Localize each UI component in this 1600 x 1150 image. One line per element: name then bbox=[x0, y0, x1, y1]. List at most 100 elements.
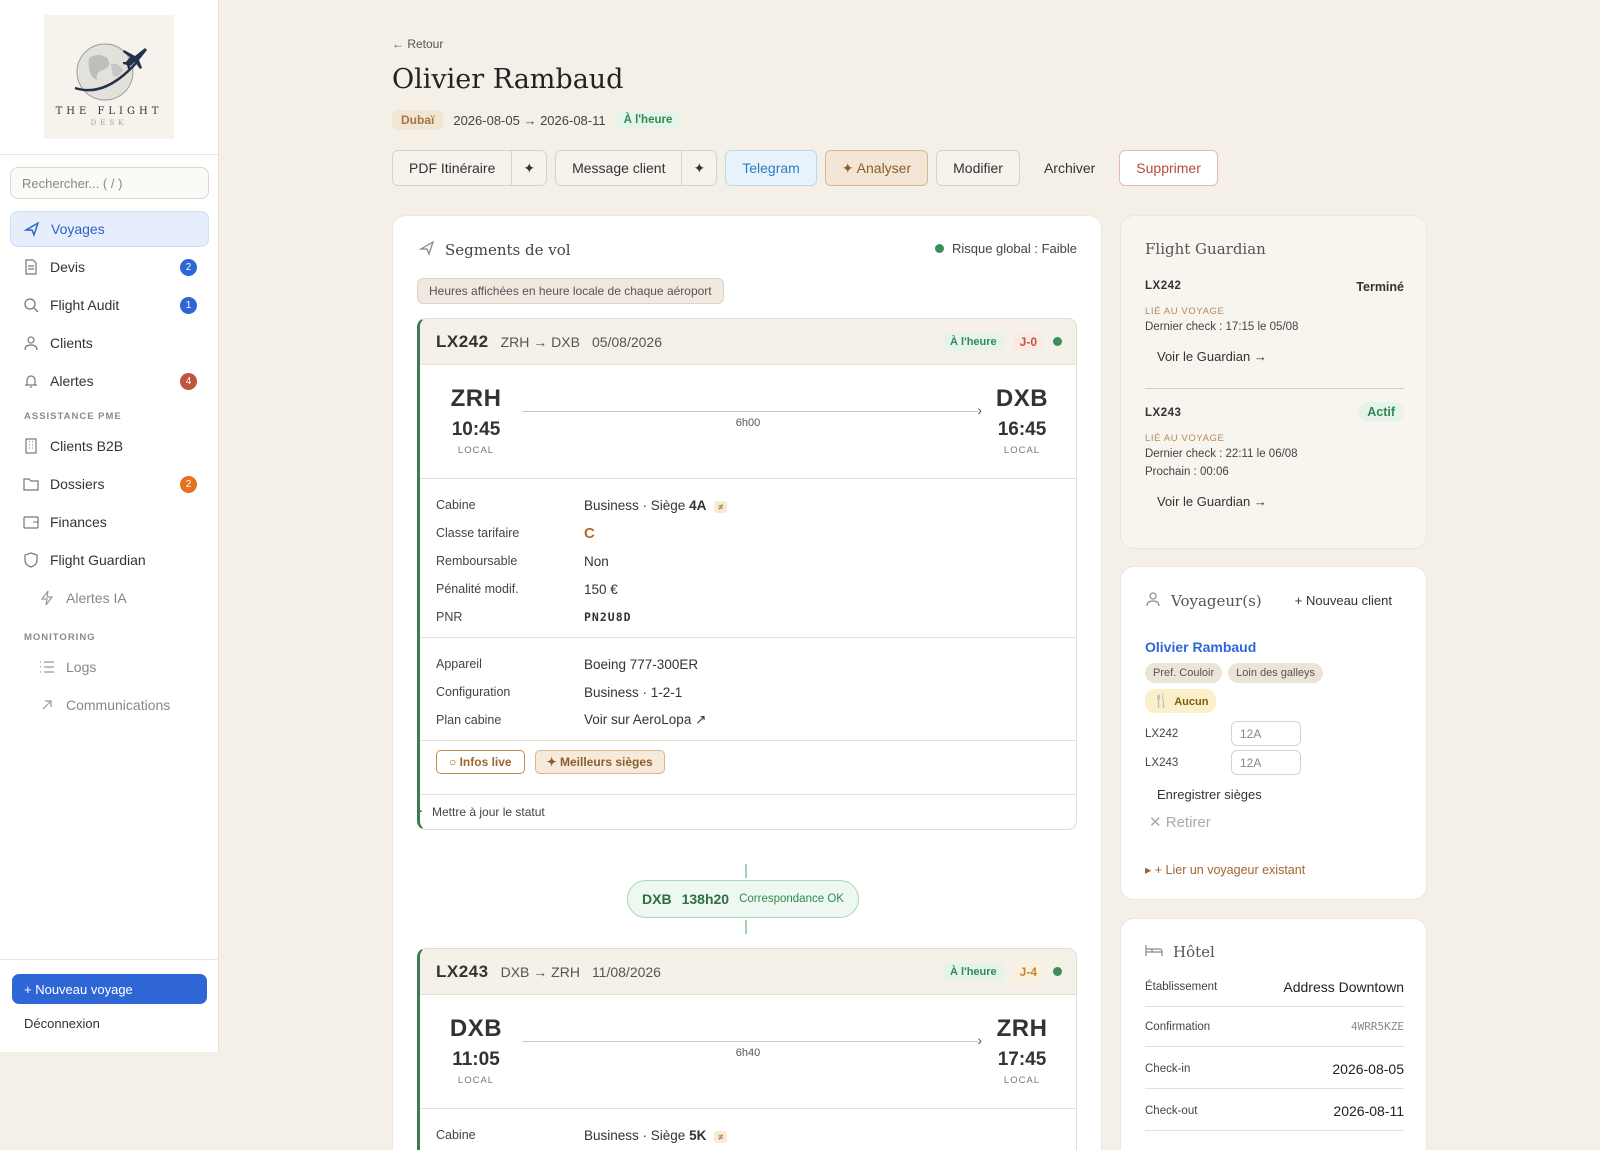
sidebar-item-finances[interactable]: Finances bbox=[10, 504, 209, 540]
delete-button[interactable]: Supprimer bbox=[1119, 150, 1218, 186]
logo[interactable]: THE FLIGHT DESK bbox=[44, 15, 174, 139]
sidebar-item-logs[interactable]: Logs bbox=[10, 649, 209, 685]
fare-class-value: C bbox=[584, 524, 595, 542]
plane-icon bbox=[23, 220, 41, 238]
connection-airport: DXB bbox=[642, 891, 672, 907]
bed-icon bbox=[1145, 943, 1163, 961]
seat-flight-label: LX243 bbox=[1145, 756, 1179, 769]
user-icon bbox=[1145, 591, 1161, 611]
status-dot bbox=[1053, 337, 1062, 346]
view-guardian-link[interactable]: Voir le Guardian → bbox=[1157, 349, 1404, 364]
pdf-ai-button[interactable]: ✦ bbox=[512, 150, 548, 186]
pdf-itinerary-button[interactable]: PDF Itinéraire bbox=[392, 150, 513, 186]
flight-date: 05/08/2026 bbox=[591, 333, 663, 350]
sidebar-item-clients[interactable]: Clients bbox=[10, 325, 209, 361]
telegram-button[interactable]: Telegram bbox=[725, 150, 817, 186]
plane-icon bbox=[418, 240, 435, 260]
sidebar-item-label: Flight Guardian bbox=[50, 552, 146, 568]
remove-traveler-button[interactable]: ✕ Retirer bbox=[1149, 813, 1211, 831]
seat-mismatch-badge: ≠ bbox=[714, 1130, 728, 1143]
seat-row: LX243 12A bbox=[1145, 750, 1301, 775]
seat-number: 5K bbox=[689, 1127, 707, 1143]
sidebar-item-flight-guardian[interactable]: Flight Guardian bbox=[10, 542, 209, 578]
flight-status-group: À l'heure J-0 bbox=[943, 332, 1062, 351]
new-trip-button[interactable]: + Nouveau voyage bbox=[12, 974, 207, 1004]
analyse-button[interactable]: ✦ Analyser bbox=[824, 150, 929, 186]
wallet-icon bbox=[22, 513, 40, 531]
airport-code: ZRH bbox=[996, 1015, 1048, 1042]
guardian-status: Terminé bbox=[1356, 280, 1404, 294]
archive-button[interactable]: Archiver bbox=[1028, 150, 1111, 186]
connector-line bbox=[745, 864, 747, 878]
update-status-toggle[interactable]: Mettre à jour le statut bbox=[420, 795, 1076, 829]
flight-duration: 6h00 bbox=[735, 417, 761, 429]
close-icon: ✕ bbox=[1149, 814, 1166, 831]
detail-label: Plan cabine bbox=[436, 713, 502, 727]
sidebar-item-alertes[interactable]: Alertes 4 bbox=[10, 363, 209, 399]
next-check: Prochain : 00:06 bbox=[1145, 466, 1229, 478]
back-link[interactable]: ← Retour bbox=[392, 37, 443, 51]
detail-label: PNR bbox=[436, 610, 463, 624]
card-header: Voyageur(s) bbox=[1145, 591, 1262, 611]
view-guardian-link[interactable]: Voir le Guardian → bbox=[1157, 494, 1404, 509]
detail-row: Pénalité modif. 150 € bbox=[436, 575, 1060, 603]
sidebar-item-label: Dossiers bbox=[50, 476, 105, 492]
section-label: ASSISTANCE PME bbox=[24, 411, 122, 422]
cabin-value: Business · Siège 4A ≠ bbox=[584, 497, 728, 513]
days-until-badge: J-0 bbox=[1013, 332, 1043, 351]
preference-tag: Pref. Couloir bbox=[1145, 663, 1223, 683]
route-line bbox=[522, 1032, 982, 1048]
sidebar-item-alertes-ia[interactable]: Alertes IA bbox=[10, 580, 209, 616]
status-dot bbox=[934, 244, 944, 253]
sidebar-item-clients-b2b[interactable]: Clients B2B bbox=[10, 428, 209, 464]
detail-label: Cabine bbox=[436, 498, 476, 512]
modify-button[interactable]: Modifier bbox=[936, 150, 1020, 186]
flight-header[interactable]: LX243 DXB → ZRH 11/08/2026 À l'heure J-4 bbox=[420, 949, 1076, 995]
cutlery-icon: 🍴 bbox=[1153, 693, 1170, 708]
detail-row: Configuration Business · 1-2-1 bbox=[436, 678, 1060, 706]
sidebar-item-communications[interactable]: Communications bbox=[10, 687, 209, 723]
bell-icon bbox=[22, 372, 40, 390]
detail-label: Cabine bbox=[436, 1128, 476, 1142]
connector-line bbox=[745, 920, 747, 934]
route-line bbox=[522, 402, 982, 418]
sidebar-item-flight-audit[interactable]: Flight Audit 1 bbox=[10, 287, 209, 323]
detail-row: Plan cabine Voir sur AeroLopa ↗ bbox=[436, 706, 1060, 734]
flight-header[interactable]: LX242 ZRH → DXB 05/08/2026 À l'heure J-0 bbox=[420, 319, 1076, 365]
local-label: LOCAL bbox=[1003, 445, 1041, 456]
message-ai-button[interactable]: ✦ bbox=[682, 150, 718, 186]
sidebar-item-dossiers[interactable]: Dossiers 2 bbox=[10, 466, 209, 502]
flight-number: LX242 bbox=[436, 331, 489, 351]
search-input[interactable]: Rechercher... ( / ) bbox=[10, 167, 209, 199]
seat-number: 4A bbox=[689, 497, 707, 513]
cabin-text: Business · Siège bbox=[584, 497, 690, 513]
sidebar-item-label: Clients B2B bbox=[50, 438, 124, 454]
seat-input[interactable]: 12A bbox=[1231, 721, 1301, 746]
sidebar-item-label: Communications bbox=[66, 697, 171, 713]
flight-number: LX243 bbox=[436, 961, 489, 981]
sidebar-item-devis[interactable]: Devis 2 bbox=[10, 249, 209, 285]
detail-row: Remboursable Non bbox=[436, 547, 1060, 575]
traveler-name[interactable]: Olivier Rambaud bbox=[1145, 639, 1256, 655]
detail-row: Appareil Boeing 777-300ER bbox=[436, 650, 1060, 678]
message-client-button[interactable]: Message client bbox=[555, 150, 683, 186]
aerolopa-link[interactable]: Voir sur AeroLopa ↗ bbox=[584, 712, 706, 728]
risk-label: Risque global : Faible bbox=[951, 241, 1077, 256]
save-seats-button[interactable]: Enregistrer sièges bbox=[1157, 787, 1262, 802]
count-badge: 2 bbox=[180, 475, 197, 493]
refundable-value: Non bbox=[584, 553, 609, 569]
connection-indicator: DXB 138h20 Correspondance OK bbox=[417, 864, 1077, 934]
folder-icon bbox=[22, 475, 40, 493]
connection-pill: DXB 138h20 Correspondance OK bbox=[627, 880, 859, 918]
flight-segments-card: Segments de vol Risque global : Faible H… bbox=[392, 215, 1102, 1150]
seat-input[interactable]: 12A bbox=[1231, 750, 1301, 775]
arrival-time: 17:45 bbox=[997, 1049, 1047, 1070]
link-existing-traveler[interactable]: ▸ + Lier un voyageur existant bbox=[1145, 862, 1305, 877]
count-badge: 1 bbox=[180, 296, 197, 314]
logout-link[interactable]: Déconnexion bbox=[24, 1016, 100, 1031]
live-info-button[interactable]: ○ Infos live bbox=[436, 750, 525, 774]
fare-details: Cabine Business · Siège 4A ≠ Classe tarif… bbox=[420, 479, 1076, 638]
sidebar-item-voyages[interactable]: Voyages bbox=[10, 211, 209, 247]
new-client-button[interactable]: + Nouveau client bbox=[1295, 593, 1392, 608]
best-seats-button[interactable]: ✦ Meilleurs sièges bbox=[534, 750, 665, 774]
